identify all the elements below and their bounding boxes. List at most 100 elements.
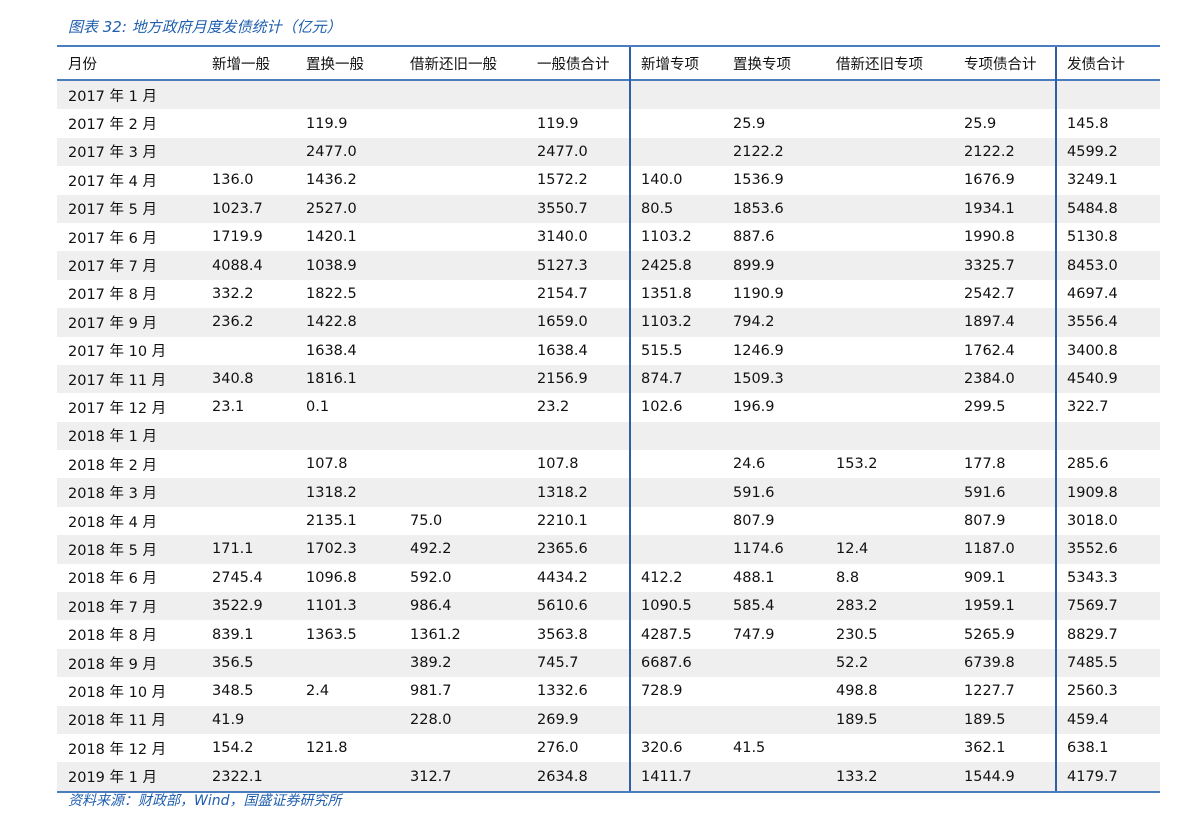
table-cell: 515.5 (641, 343, 683, 359)
table-cell: 177.8 (964, 456, 1006, 472)
table-row: 2018 年 8 月839.11363.51361.23563.84287.57… (57, 620, 1160, 648)
table-cell: 6687.6 (641, 655, 692, 671)
table-cell: 2018 年 3 月 (68, 482, 157, 503)
table-cell: 488.1 (733, 570, 775, 586)
table-cell: 107.8 (537, 456, 579, 472)
table-cell: 228.0 (410, 712, 452, 728)
table-cell: 1351.8 (641, 286, 692, 302)
table-cell: 2018 年 2 月 (68, 454, 157, 475)
table-cell: 189.5 (836, 712, 878, 728)
table-cell: 981.7 (410, 683, 452, 699)
column-header: 专项债合计 (964, 53, 1037, 74)
table-cell: 2017 年 6 月 (68, 227, 157, 248)
table-cell: 986.4 (410, 598, 452, 614)
table-cell: 2122.2 (964, 144, 1015, 160)
table-cell: 340.8 (212, 371, 254, 387)
table-cell: 3400.8 (1067, 343, 1118, 359)
table-row: 2017 年 4 月136.01436.21572.2140.01536.916… (57, 166, 1160, 194)
table-cell: 133.2 (836, 769, 878, 785)
table-cell: 807.9 (733, 513, 775, 529)
table-row: 2018 年 9 月356.5389.2745.76687.652.26739.… (57, 649, 1160, 677)
column-header: 发债合计 (1067, 53, 1125, 74)
table-cell: 1227.7 (964, 683, 1015, 699)
table-cell: 312.7 (410, 769, 452, 785)
table-row: 2018 年 7 月3522.91101.3986.45610.61090.55… (57, 592, 1160, 620)
table-cell: 2122.2 (733, 144, 784, 160)
table-cell: 285.6 (1067, 456, 1109, 472)
table-cell: 80.5 (641, 201, 673, 217)
table-cell: 1853.6 (733, 201, 784, 217)
table-cell: 1090.5 (641, 598, 692, 614)
table-cell: 5127.3 (537, 258, 588, 274)
table-row: 2017 年 10 月1638.41638.4515.51246.91762.4… (57, 337, 1160, 365)
table-cell: 887.6 (733, 229, 775, 245)
table-cell: 1101.3 (306, 598, 357, 614)
column-header: 新增专项 (641, 53, 699, 74)
table-cell: 1572.2 (537, 172, 588, 188)
table-cell: 12.4 (836, 541, 868, 557)
table-row: 2017 年 6 月1719.91420.13140.01103.2887.61… (57, 223, 1160, 251)
table-cell: 1702.3 (306, 541, 357, 557)
table-cell: 1990.8 (964, 229, 1015, 245)
table-cell: 874.7 (641, 371, 683, 387)
table-cell: 25.9 (964, 116, 996, 132)
table-cell: 121.8 (306, 740, 348, 756)
table-cell: 2018 年 5 月 (68, 539, 157, 560)
table-row: 2018 年 11 月41.9228.0269.9189.5189.5459.4 (57, 706, 1160, 734)
table-cell: 1363.5 (306, 627, 357, 643)
table-cell: 25.9 (733, 116, 765, 132)
table-cell: 2018 年 6 月 (68, 567, 157, 588)
table-row: 2018 年 6 月2745.41096.8592.04434.2412.248… (57, 564, 1160, 592)
table-cell: 1103.2 (641, 314, 692, 330)
table-cell: 1103.2 (641, 229, 692, 245)
table-cell: 5610.6 (537, 598, 588, 614)
table-cell: 24.6 (733, 456, 765, 472)
column-header: 借新还旧专项 (836, 53, 923, 74)
table-cell: 2017 年 2 月 (68, 113, 157, 134)
table-cell: 2.4 (306, 683, 329, 699)
table-cell: 2154.7 (537, 286, 588, 302)
table-cell: 2018 年 1 月 (68, 425, 157, 446)
table-cell: 591.6 (733, 485, 775, 501)
table-cell: 1318.2 (306, 485, 357, 501)
table-row: 2018 年 2 月107.8107.824.6153.2177.8285.6 (57, 450, 1160, 478)
table-row: 2017 年 1 月 (57, 81, 1160, 109)
table-cell: 2322.1 (212, 769, 263, 785)
table-cell: 102.6 (641, 399, 683, 415)
table-cell: 4179.7 (1067, 769, 1118, 785)
table-cell: 909.1 (964, 570, 1006, 586)
table-cell: 362.1 (964, 740, 1006, 756)
table-cell: 459.4 (1067, 712, 1109, 728)
table-cell: 412.2 (641, 570, 683, 586)
bond-issuance-table: 月份新增一般置换一般借新还旧一般一般债合计新增专项置换专项借新还旧专项专项债合计… (57, 45, 1160, 793)
table-cell: 807.9 (964, 513, 1006, 529)
table-cell: 498.8 (836, 683, 878, 699)
table-cell: 2018 年 4 月 (68, 511, 157, 532)
table-cell: 2018 年 8 月 (68, 624, 157, 645)
table-cell: 585.4 (733, 598, 775, 614)
table-row: 2017 年 2 月119.9119.925.925.9145.8 (57, 109, 1160, 137)
table-cell: 2017 年 4 月 (68, 170, 157, 191)
table-cell: 283.2 (836, 598, 878, 614)
table-cell: 3325.7 (964, 258, 1015, 274)
table-cell: 1174.6 (733, 541, 784, 557)
table-cell: 2018 年 7 月 (68, 596, 157, 617)
table-cell: 1332.6 (537, 683, 588, 699)
table-cell: 794.2 (733, 314, 775, 330)
table-cell: 1190.9 (733, 286, 784, 302)
table-cell: 41.5 (733, 740, 765, 756)
table-cell: 0.1 (306, 399, 329, 415)
table-cell: 2017 年 8 月 (68, 283, 157, 304)
table-cell: 1822.5 (306, 286, 357, 302)
table-cell: 1536.9 (733, 172, 784, 188)
table-cell: 3140.0 (537, 229, 588, 245)
table-cell: 728.9 (641, 683, 683, 699)
table-cell: 3556.4 (1067, 314, 1118, 330)
table-cell: 1762.4 (964, 343, 1015, 359)
table-cell: 839.1 (212, 627, 254, 643)
table-cell: 1659.0 (537, 314, 588, 330)
table-cell: 3552.6 (1067, 541, 1118, 557)
table-cell: 1676.9 (964, 172, 1015, 188)
table-cell: 269.9 (537, 712, 579, 728)
table-cell: 2018 年 12 月 (68, 738, 166, 759)
